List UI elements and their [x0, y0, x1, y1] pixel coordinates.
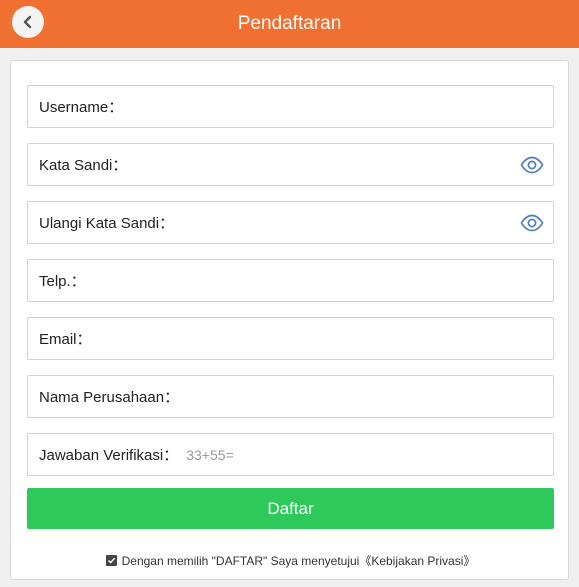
chevron-left-icon	[23, 15, 32, 29]
email-field[interactable]: Email：	[27, 317, 554, 360]
username-label: Username：	[39, 99, 124, 116]
agreement-checkbox[interactable]	[105, 555, 117, 566]
company-name-field[interactable]: Nama Perusahaan：	[27, 375, 554, 418]
phone-field[interactable]: Telp.：	[27, 259, 554, 302]
agreement-text[interactable]: Dengan memilih "DAFTAR" Saya menyetujui《…	[122, 552, 476, 569]
phone-input[interactable]	[85, 260, 553, 301]
verification-input[interactable]	[178, 434, 553, 475]
confirm-password-label: Ulangi Kata Sandi：	[39, 215, 175, 232]
eye-icon[interactable]	[520, 155, 544, 175]
registration-form: Username： Kata Sandi： Ulangi Kata Sandi：…	[10, 60, 569, 580]
verification-label: Jawaban Verifikasi：	[39, 447, 179, 464]
verification-field[interactable]: Jawaban Verifikasi：	[27, 433, 554, 476]
checkmark-icon	[107, 557, 115, 564]
email-input[interactable]	[91, 318, 553, 359]
header-bar: Pendaftaran	[0, 0, 579, 48]
password-input[interactable]	[127, 144, 553, 185]
email-label: Email：	[39, 331, 92, 348]
company-name-label: Nama Perusahaan：	[39, 389, 180, 406]
password-label: Kata Sandi：	[39, 157, 128, 174]
confirm-password-input[interactable]	[174, 202, 553, 243]
username-input[interactable]	[123, 86, 553, 127]
agreement-row: Dengan memilih "DAFTAR" Saya menyetujui《…	[11, 552, 570, 569]
page-title: Pendaftaran	[237, 13, 342, 34]
password-field[interactable]: Kata Sandi：	[27, 143, 554, 186]
register-button[interactable]: Daftar	[27, 488, 554, 529]
confirm-password-field[interactable]: Ulangi Kata Sandi：	[27, 201, 554, 244]
phone-label: Telp.：	[39, 273, 86, 290]
eye-icon[interactable]	[520, 213, 544, 233]
company-name-input[interactable]	[179, 376, 553, 417]
username-field[interactable]: Username：	[27, 85, 554, 128]
back-button[interactable]	[12, 6, 44, 38]
